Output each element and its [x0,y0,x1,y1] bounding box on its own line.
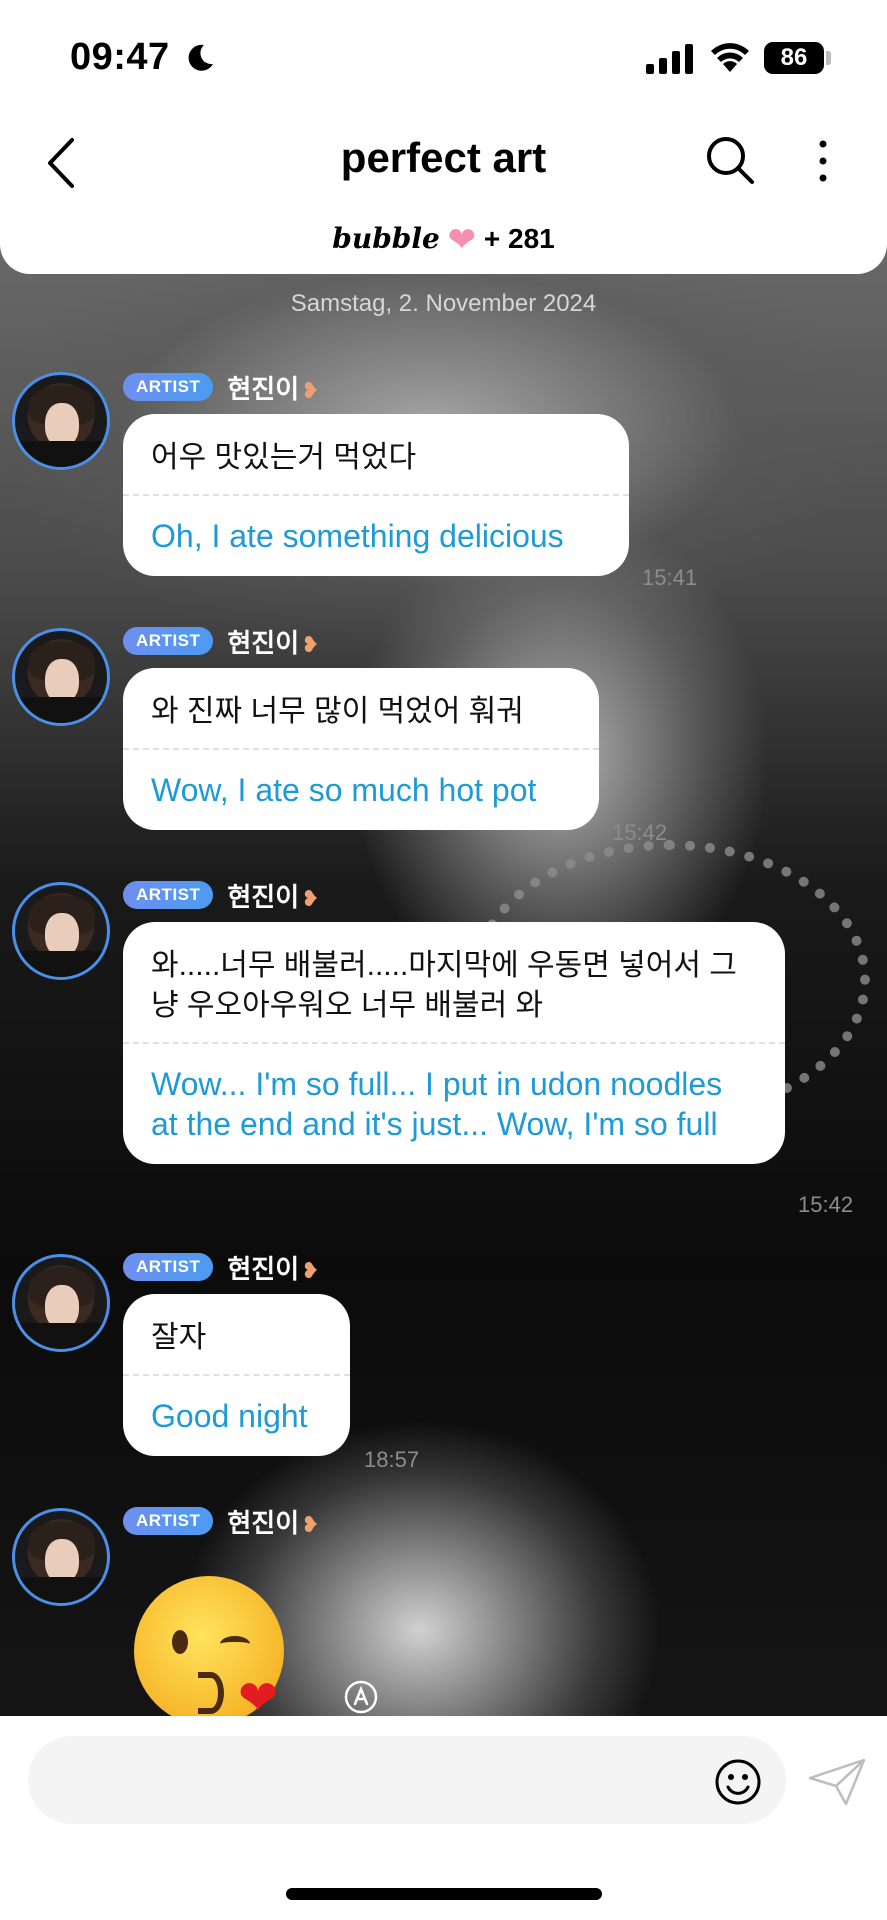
heart-hands-icon: ❥ [301,1257,320,1283]
sender-name: 현진이❥ [227,1253,320,1284]
message-translation-text: Wow, I ate so much hot pot [151,772,537,808]
message-original-text: 어우 맛있는거 먹었다 [151,441,417,474]
status-bar: 09:47 86 [0,0,887,110]
artist-badge: ARTIST [123,373,214,401]
message-bubble[interactable]: 어우 맛있는거 먹었다 Oh, I ate something deliciou… [123,414,629,576]
subscriber-count: + 281 [483,223,555,254]
heart-hands-icon: ❥ [301,631,320,657]
bubble-logo: bubble [332,222,440,255]
sender-name: 현진이❥ [227,881,320,912]
artist-badge: ARTIST [123,627,214,655]
status-time: 09:47 [70,36,170,78]
send-icon[interactable] [808,1758,866,1806]
wifi-icon [711,43,749,72]
battery-level: 86 [780,44,808,71]
heart-hands-icon: ❥ [301,885,320,911]
sender-line: ARTIST 현진이❥ [123,1252,320,1284]
artist-avatar[interactable] [12,372,110,470]
message-bubble[interactable]: 와.....너무 배불러.....마지막에 우동면 넣어서 그냥 우오아우워오 … [123,922,785,1164]
message-composer [0,1716,887,1920]
heart-icon: ❤ [447,221,477,259]
message-timestamp: 15:42 [798,1192,854,1217]
message-bubble[interactable]: 잘자 Good night [123,1294,350,1456]
more-options-icon[interactable] [808,136,838,186]
chat-header: perfect art bubble ❤ + 281 [0,110,887,274]
battery-indicator: 86 [764,42,824,74]
sender-line: ARTIST 현진이❥ [123,626,320,658]
home-indicator[interactable] [286,1888,602,1900]
sender-line: ARTIST 현진이❥ [123,880,320,912]
artist-badge: ARTIST [123,1253,214,1281]
message-timestamp: 18:57 [364,1447,420,1472]
signal-icon [646,44,693,74]
sender-name: 현진이❥ [227,1507,320,1538]
message-original-text: 와.....너무 배불러.....마지막에 우동면 넣어서 그냥 우오아우워오 … [151,949,737,1022]
sender-line: ARTIST 현진이❥ [123,372,320,404]
artist-avatar[interactable] [12,628,110,726]
message-input[interactable] [28,1736,786,1824]
subscriber-line[interactable]: bubble ❤ + 281 [0,220,887,260]
emoji-icon[interactable] [714,1758,762,1806]
artist-badge: ARTIST [123,881,214,909]
message-translation-text: Wow... I'm so full... I put in udon nood… [151,1066,723,1142]
kissing-heart-emoji[interactable]: ❤ [134,1576,284,1726]
message-bubble[interactable]: 와 진짜 너무 많이 먹었어 훠궈 Wow, I ate so much hot… [123,668,599,830]
battery-tip [826,51,831,65]
heart-hands-icon: ❥ [301,1511,320,1537]
sender-name: 현진이❥ [227,373,320,404]
message-translation-text: Oh, I ate something delicious [151,518,564,554]
heart-hands-icon: ❥ [301,377,320,403]
moon-icon [188,44,213,71]
search-icon[interactable] [704,134,756,186]
artist-avatar[interactable] [12,1508,110,1606]
sender-name: 현진이❥ [227,627,320,658]
message-translation-text: Good night [151,1398,308,1434]
artist-avatar[interactable] [12,1254,110,1352]
message-timestamp: 15:42 [612,820,668,845]
message-original-text: 잘자 [151,1321,207,1354]
date-divider: Samstag, 2. November 2024 [290,290,597,317]
artist-avatar[interactable] [12,882,110,980]
sender-line: ARTIST 현진이❥ [123,1506,320,1538]
message-original-text: 와 진짜 너무 많이 먹었어 훠궈 [151,695,524,728]
translate-icon[interactable] [342,1678,380,1716]
message-timestamp: 15:41 [642,565,698,590]
artist-badge: ARTIST [123,1507,214,1535]
